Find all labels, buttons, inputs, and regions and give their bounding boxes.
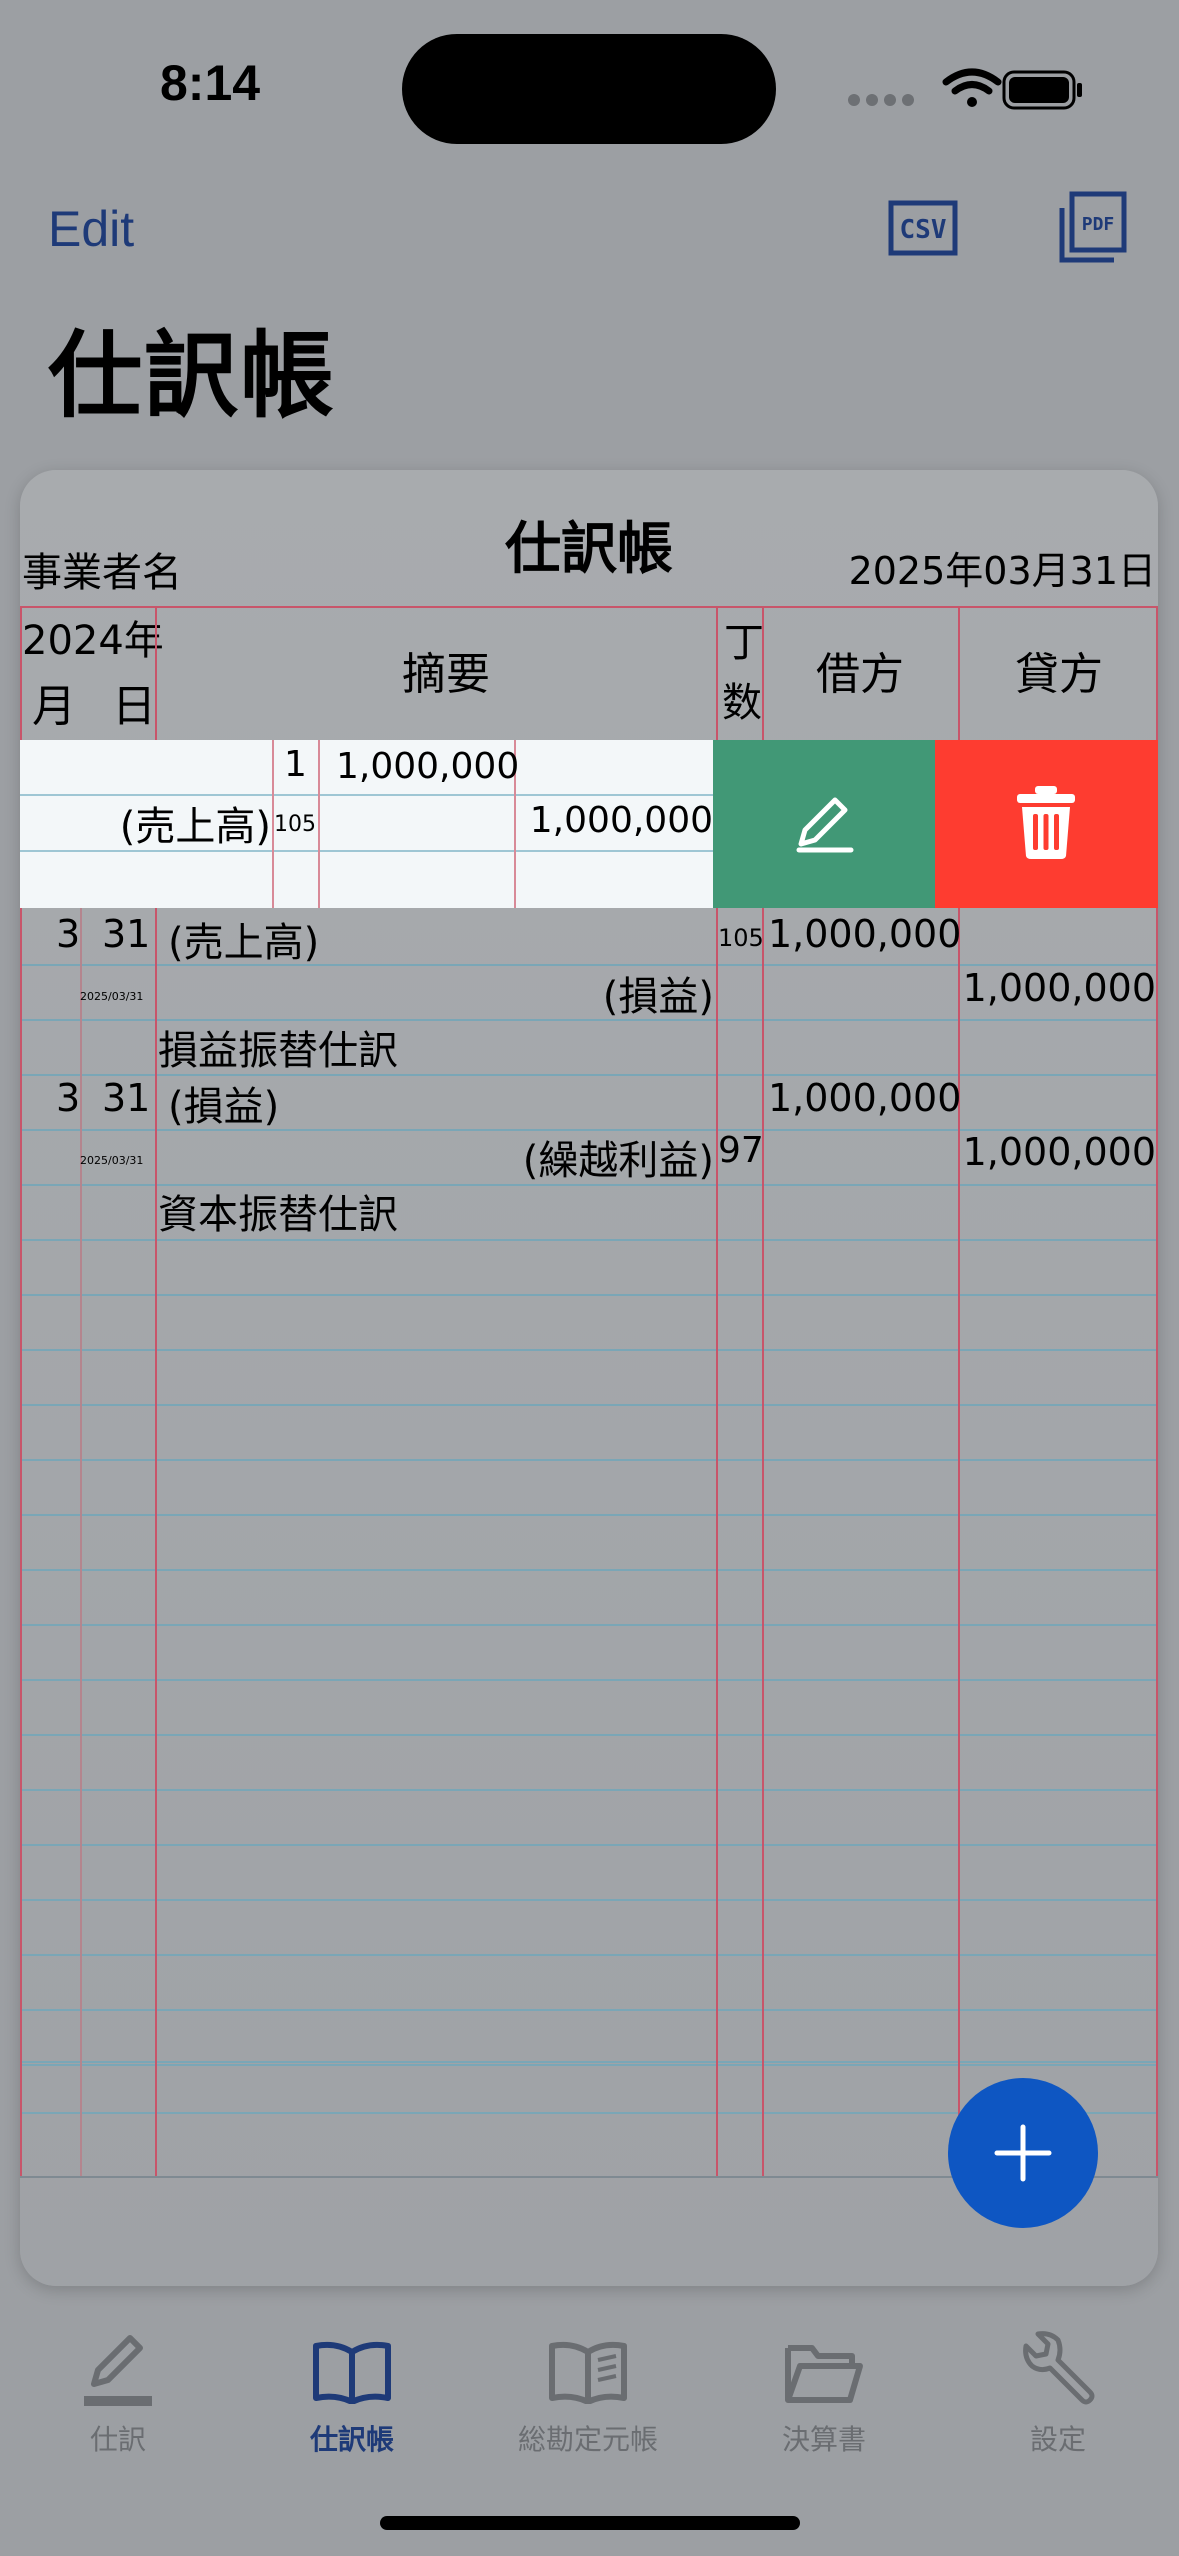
column-rule (80, 740, 82, 2176)
folder-icon (785, 2345, 863, 2403)
page-title: 仕訳帳 (48, 322, 337, 431)
pdf-export-button[interactable]: PDF (1056, 190, 1128, 266)
row-rule (20, 1514, 1158, 1516)
journal-sheet: 仕訳帳 事業者名 2025年03月31日 2024年 月 日 摘要 丁 数 借方… (20, 470, 1158, 2286)
signal-icon (848, 94, 914, 106)
header-description: 摘要 (402, 649, 490, 700)
row-rule (20, 2009, 1158, 2011)
entry-memo: 損益振替仕訳 (158, 1028, 398, 1074)
header-day: 日 (112, 681, 156, 732)
entry-debit-account: (損益) (168, 1084, 280, 1130)
row-rule (20, 1624, 1158, 1626)
tab-label: 決算書 (781, 2423, 866, 2456)
row-rule (20, 1899, 1158, 1901)
tab-label: 仕訳 (89, 2423, 146, 2456)
pencil-icon (84, 2335, 152, 2406)
entry-month: 3 (56, 1076, 81, 1120)
swiped-debit-amount: 1,000,000 (336, 746, 520, 787)
entry-debit-account: (売上高) (168, 920, 320, 966)
swiped-credit-folio: 105 (274, 812, 316, 837)
entry-memo: 資本振替仕訳 (158, 1192, 398, 1238)
entry-debit-folio: 105 (718, 924, 764, 952)
entry-day: 31 (102, 1076, 151, 1120)
header-month: 月 (32, 681, 76, 732)
header-folio-bottom: 数 (722, 680, 762, 726)
tab-label: 総勘定元帳 (517, 2423, 658, 2456)
entry-credit-amount: 1,000,000 (962, 1130, 1156, 1174)
swiped-folio: 1 (284, 744, 307, 785)
entry-debit-amount: 1,000,000 (768, 912, 962, 956)
column-rule (318, 740, 320, 908)
csv-export-button[interactable]: CSV (888, 200, 958, 256)
row-rule (20, 1404, 1158, 1406)
row-rule (20, 1844, 1158, 1846)
row-rule (20, 1349, 1158, 1351)
entry-month: 3 (56, 912, 81, 956)
navigation-bar: Edit CSV PDF (0, 180, 1179, 320)
entry-debit-amount: 1,000,000 (768, 1076, 962, 1120)
tab-label: 仕訳帳 (309, 2423, 394, 2456)
business-name: 事業者名 (22, 550, 182, 596)
delete-entry-button[interactable] (935, 740, 1158, 908)
entry-date-small: 2025/03/31 (80, 1154, 144, 1167)
entry-date-small: 2025/03/31 (80, 990, 144, 1003)
tab-general-ledger[interactable]: 総勘定元帳 (498, 2326, 678, 2456)
tab-journal-book[interactable]: 仕訳帳 (262, 2326, 442, 2456)
swiped-credit-account: (売上高) (119, 804, 271, 850)
status-icons (848, 68, 1082, 110)
swiped-credit-amount: 1,000,000 (529, 800, 713, 841)
edit-entry-button[interactable] (713, 740, 935, 908)
row-rule (20, 1569, 1158, 1571)
swiped-entry-content[interactable]: 1 1,000,000 (売上高) 105 1,000,000 (20, 740, 713, 908)
dynamic-island (402, 34, 776, 144)
row-rule (20, 2064, 1158, 2066)
home-indicator (380, 2516, 800, 2530)
add-entry-button[interactable] (948, 2078, 1098, 2228)
row-rule (20, 2061, 1158, 2063)
pdf-icon-label: PDF (1082, 214, 1115, 235)
tab-journal-entry[interactable]: 仕訳 (28, 2326, 208, 2456)
header-year: 2024年 (22, 618, 164, 664)
period-end-date: 2025年03月31日 (848, 549, 1156, 593)
edit-button[interactable]: Edit (48, 200, 134, 258)
row-rule (20, 1789, 1158, 1791)
swiped-entry-row[interactable]: 1 1,000,000 (売上高) 105 1,000,000 (20, 740, 1158, 908)
status-time: 8:14 (160, 55, 261, 111)
entry-credit-account: (繰越利益) (522, 1138, 714, 1184)
row-rule (20, 1459, 1158, 1461)
wifi-icon (942, 68, 1002, 107)
entry-day: 31 (102, 912, 151, 956)
tab-financial-statements[interactable]: 決算書 (734, 2326, 914, 2456)
header-debit: 借方 (816, 649, 904, 700)
row-rule (20, 1679, 1158, 1681)
tab-settings[interactable]: 設定 (968, 2326, 1148, 2456)
header-credit: 貸方 (1015, 649, 1103, 700)
row-rule (20, 1294, 1158, 1296)
csv-icon-label: CSV (900, 215, 947, 245)
battery-icon (1002, 70, 1082, 110)
entry-credit-account: (損益) (602, 974, 714, 1020)
row-rule (20, 1954, 1158, 1956)
status-bar: 8:14 (0, 0, 1179, 180)
trash-icon (1017, 786, 1075, 859)
pencil-icon (796, 797, 854, 853)
row-rule (20, 1734, 1158, 1736)
open-book-icon (549, 2341, 627, 2404)
entry-credit-amount: 1,000,000 (962, 966, 1156, 1010)
book-icon (313, 2341, 391, 2404)
wrench-icon (1023, 2331, 1095, 2405)
tab-label: 設定 (1029, 2423, 1086, 2456)
entry-credit-folio: 97 (718, 1130, 764, 1171)
plus-icon (994, 2124, 1052, 2182)
header-folio-top: 丁 (724, 620, 764, 666)
